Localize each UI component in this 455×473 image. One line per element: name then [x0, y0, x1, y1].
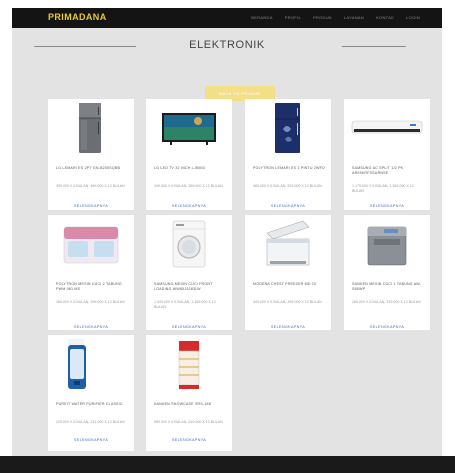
product-card[interactable]: SAMSUNG MESIN CUCI FRONT LOADING WW65J32…	[146, 215, 232, 330]
page-title-row: ELEKTRONIK	[12, 38, 442, 54]
product-card[interactable]: SAMSUNG AC SPLIT 1/2 PK AR05KRFSSURNSE 1…	[344, 99, 430, 210]
detail-link[interactable]: SELENGKAPNYA	[146, 438, 232, 442]
product-card[interactable]: SANKEN SHOWCASE SRS-188 589.000 X 6 BULA…	[146, 335, 232, 451]
product-card[interactable]: POLYTRON MESIN CUCI 2 TABUNG PWM 981 MS …	[48, 215, 134, 330]
product-price: 269.000 X 6 BULAN, 319.000 X 12 BULAN	[352, 300, 421, 304]
showcase-icon[interactable]	[146, 335, 232, 393]
water-purifier-icon[interactable]	[48, 335, 134, 393]
product-name: PUREIT WATER PURIFIER CLASSIC	[56, 402, 123, 406]
freezer-icon[interactable]	[245, 215, 331, 273]
nav-item-produk[interactable]: PRODUK	[313, 15, 332, 20]
product-price: 469.000 X 6 BULAN, 529.000 X 12 BULAN	[253, 184, 322, 188]
title-divider-right	[342, 46, 406, 47]
product-name: LG LED TV 32 INCH LJ500D	[154, 166, 206, 170]
nav-item-login[interactable]: LOGIN	[406, 15, 420, 20]
detail-link[interactable]: SELENGKAPNYA	[48, 325, 134, 329]
product-name: LG LEMARI ES 2PT GN-B205SQBB	[56, 166, 121, 170]
product-name: SANKEN SHOWCASE SRS-188	[154, 402, 211, 406]
nav-item-kontak[interactable]: KONTAK	[376, 15, 394, 20]
brand-logo[interactable]: PRIMADANA	[48, 12, 107, 22]
product-price: 1.049.000 X 6 BULAN, 1.159.000 X 12 BULA…	[154, 300, 216, 309]
product-price: 399.000 X 6 BULAN, 469.000 X 12 BULAN	[56, 184, 125, 188]
product-price: 229.000 X 6 BULAN, 241.000 X 12 BULAN	[56, 420, 125, 424]
detail-link[interactable]: SELENGKAPNYA	[48, 204, 134, 208]
nav-item-layanan[interactable]: LAYANAN	[344, 15, 364, 20]
washing-machine-icon[interactable]	[48, 215, 134, 273]
detail-link[interactable]: SELENGKAPNYA	[344, 204, 430, 208]
product-name: POLYTRON MESIN CUCI 2 TABUNG PWM 981 MS	[56, 282, 122, 291]
page-title: ELEKTRONIK	[189, 39, 265, 51]
detail-link[interactable]: SELENGKAPNYA	[48, 438, 134, 442]
navbar: PRIMADANA BERANDA PROFIL PRODUK LAYANAN …	[12, 8, 442, 28]
product-name: SAMSUNG MESIN CUCI FRONT LOADING WW65J32…	[154, 282, 213, 291]
product-card[interactable]: MODENA CHEST FREEZER MD 10 449.000 X 6 B…	[245, 215, 331, 330]
product-card[interactable]: SANKEN MESIN CUCI 1 TABUNG AW-S85WP 269.…	[344, 215, 430, 330]
product-name: MODENA CHEST FREEZER MD 10	[253, 282, 317, 286]
product-name: POLYTRON LEMARI ES 2 PINTU 2WFD	[253, 166, 325, 170]
main-nav: BERANDA PROFIL PRODUK LAYANAN KONTAK LOG…	[251, 15, 420, 20]
washing-machine-icon[interactable]	[344, 215, 430, 273]
product-name: SAMSUNG AC SPLIT 1/2 PK AR05KRFSSURNSE	[352, 166, 404, 175]
refrigerator-icon[interactable]	[48, 99, 134, 157]
detail-link[interactable]: SELENGKAPNYA	[146, 204, 232, 208]
product-name: SANKEN MESIN CUCI 1 TABUNG AW-S85WP	[352, 282, 422, 291]
detail-link[interactable]: SELENGKAPNYA	[245, 325, 331, 329]
nav-item-beranda[interactable]: BERANDA	[251, 15, 272, 20]
product-card[interactable]: PUREIT WATER PURIFIER CLASSIC 229.000 X …	[48, 335, 134, 451]
product-price: 449.000 X 6 BULAN, 499.000 X 12 BULAN	[253, 300, 322, 304]
footer	[0, 456, 455, 473]
page: PRIMADANA BERANDA PROFIL PRODUK LAYANAN …	[12, 8, 442, 466]
product-price: 349.000 X 6 BULAN, 389.000 X 12 BULAN	[154, 184, 223, 188]
air-conditioner-icon[interactable]	[344, 99, 430, 157]
television-icon[interactable]	[146, 99, 232, 157]
product-price: 1.179.000 X 6 BULAN, 1.369.000 X 12 BULA…	[352, 184, 414, 193]
detail-link[interactable]: SELENGKAPNYA	[146, 325, 232, 329]
product-price: 369.000 X 6 BULAN, 399.000 X 12 BULAN	[56, 300, 125, 304]
product-price: 589.000 X 6 BULAN, 619.000 X 12 BULAN	[154, 420, 223, 424]
product-card[interactable]: LG LED TV 32 INCH LJ500D 349.000 X 6 BUL…	[146, 99, 232, 210]
product-card[interactable]: POLYTRON LEMARI ES 2 PINTU 2WFD 469.000 …	[245, 99, 331, 210]
detail-link[interactable]: SELENGKAPNYA	[245, 204, 331, 208]
refrigerator-icon[interactable]	[245, 99, 331, 157]
washing-machine-icon[interactable]	[146, 215, 232, 273]
nav-item-profil[interactable]: PROFIL	[285, 15, 301, 20]
detail-link[interactable]: SELENGKAPNYA	[344, 325, 430, 329]
product-card[interactable]: LG LEMARI ES 2PT GN-B205SQBB 399.000 X 6…	[48, 99, 134, 210]
